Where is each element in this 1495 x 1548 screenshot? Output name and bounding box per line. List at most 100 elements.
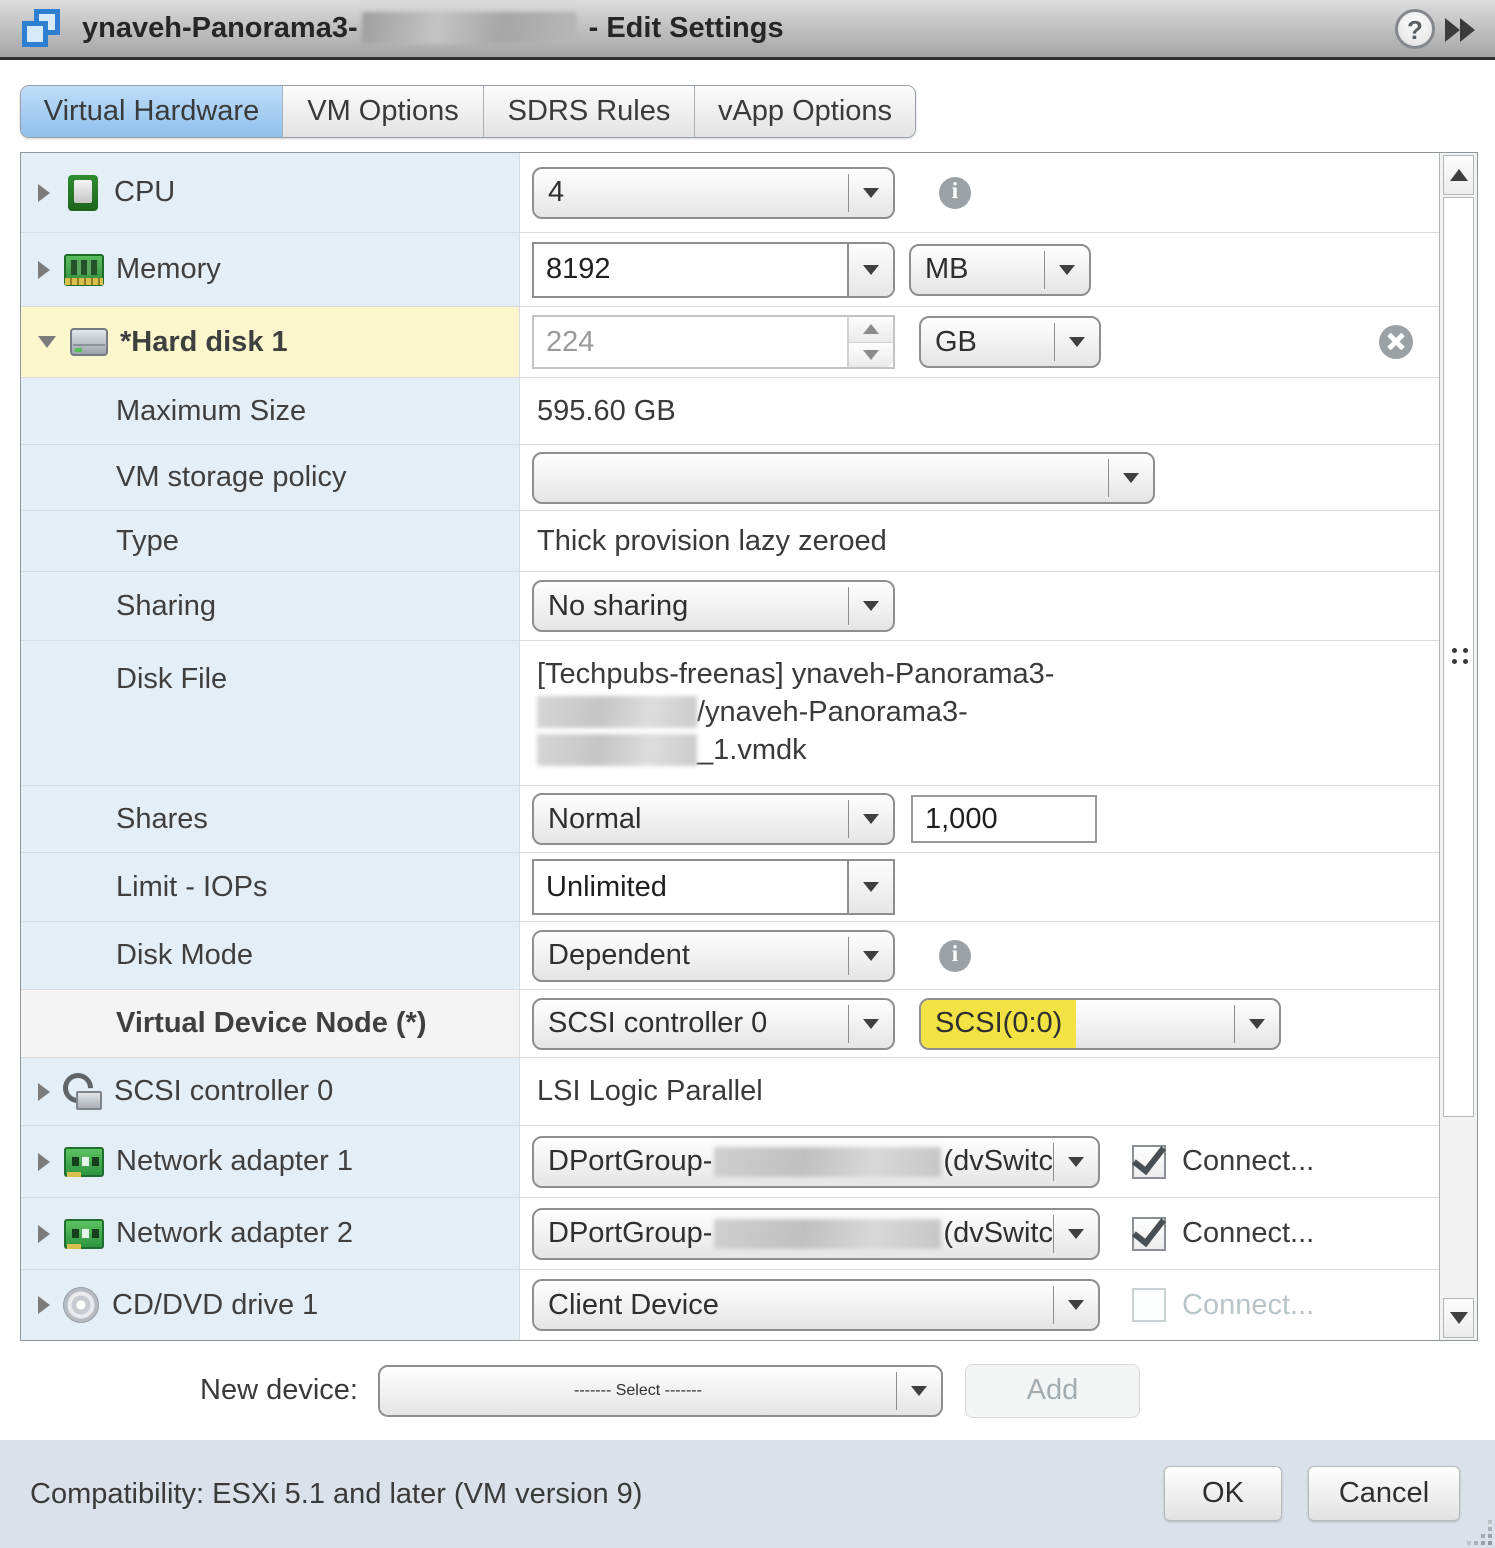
device-node-select[interactable]: SCSI(0:0) — [919, 997, 1281, 1050]
info-icon[interactable] — [939, 939, 971, 972]
help-icon[interactable] — [1395, 9, 1435, 49]
vm-storage-policy-select[interactable] — [532, 451, 1155, 504]
disk-mode-label: Disk Mode — [116, 939, 253, 971]
redacted-path — [537, 734, 697, 766]
scroll-down-icon[interactable] — [1443, 1298, 1474, 1338]
row-vm-storage-policy-value-cell — [520, 445, 1439, 510]
chevron-down-icon — [897, 1367, 941, 1415]
new-device-select[interactable]: ------- Select ------- — [377, 1364, 943, 1417]
cpu-select[interactable]: 4 — [532, 166, 895, 219]
hardware-rows: CPU 4 Memory — [21, 153, 1439, 1340]
info-icon[interactable] — [939, 176, 971, 209]
connect-checkbox-disabled[interactable] — [1132, 1288, 1166, 1322]
chevron-down-icon — [1054, 1210, 1098, 1258]
disk-unit-value: GB — [935, 325, 977, 358]
connect-checkbox[interactable] — [1132, 1216, 1166, 1251]
disk-mode-select[interactable]: Dependent — [532, 929, 895, 982]
redacted-portgroup — [714, 1218, 942, 1249]
chevron-down-icon[interactable] — [847, 243, 893, 296]
row-type-value-cell: Thick provision lazy zeroed — [520, 511, 1439, 571]
memory-unit-select[interactable]: MB — [909, 243, 1091, 296]
expand-arrow-icon[interactable] — [38, 1224, 50, 1243]
controller-value: SCSI controller 0 — [548, 1007, 768, 1039]
compatibility-text: Compatibility: ESXi 5.1 and later (VM ve… — [30, 1477, 643, 1510]
resize-grip-icon[interactable] — [1466, 1519, 1492, 1545]
row-network-adapter-1: Network adapter 1 DPortGroup- (dvSwitc Co… — [21, 1126, 1439, 1198]
row-scsi-controller: SCSI controller 0 LSI Logic Parallel — [21, 1058, 1439, 1126]
new-device-value: ------- Select ------- — [573, 1381, 702, 1399]
add-device-button[interactable]: Add — [964, 1363, 1140, 1418]
row-memory-value-cell: MB — [520, 233, 1439, 306]
scsi-controller-icon — [62, 1072, 104, 1112]
virtual-device-node-label: Virtual Device Node (*) — [116, 1007, 427, 1039]
collapse-arrow-icon[interactable] — [38, 336, 56, 348]
memory-label: Memory — [116, 253, 221, 285]
dialog-title: ynaveh-Panorama3- - Edit Settings — [82, 12, 784, 45]
cpu-label: CPU — [114, 176, 176, 208]
tab-virtual-hardware[interactable]: Virtual Hardware — [21, 86, 283, 137]
tab-sdrs-rules[interactable]: SDRS Rules — [484, 86, 695, 137]
row-vm-storage-policy-label-cell: VM storage policy — [21, 445, 520, 510]
network-adapter-icon — [64, 1146, 104, 1177]
row-maximum-size-value-cell: 595.60 GB — [520, 378, 1439, 444]
row-network-adapter-2-label-cell: Network adapter 2 — [21, 1198, 520, 1269]
disk-unit-select[interactable]: GB — [919, 316, 1101, 368]
dialog-title-suffix: - Edit Settings — [588, 12, 784, 44]
expand-arrow-icon[interactable] — [38, 183, 50, 202]
row-sharing: Sharing No sharing — [21, 572, 1439, 641]
network-adapter-1-select[interactable]: DPortGroup- (dvSwitc — [532, 1135, 1100, 1188]
row-hard-disk-label-cell: *Hard disk 1 — [21, 307, 520, 377]
scrollbar-thumb[interactable] — [1443, 197, 1474, 1117]
expand-arrow-icon[interactable] — [38, 1296, 50, 1314]
maximum-size-value: 595.60 GB — [537, 394, 676, 427]
chevron-down-icon — [849, 169, 893, 217]
limit-iops-input[interactable] — [534, 861, 847, 913]
row-hard-disk: *Hard disk 1 GB — [21, 307, 1439, 378]
row-disk-mode: Disk Mode Dependent — [21, 922, 1439, 990]
expand-arrow-icon[interactable] — [38, 1152, 50, 1171]
expand-arrow-icon[interactable] — [38, 260, 50, 279]
memory-input[interactable] — [534, 243, 847, 296]
vertical-scrollbar[interactable] — [1439, 153, 1477, 1340]
shares-select[interactable]: Normal — [532, 793, 895, 845]
shares-amount-input[interactable] — [913, 797, 1095, 841]
device-node-value-highlighted: SCSI(0:0) — [921, 999, 1077, 1048]
row-network-adapter-2: Network adapter 2 DPortGroup- (dvSwitc Co… — [21, 1198, 1439, 1270]
tab-vapp-options[interactable]: vApp Options — [695, 86, 915, 137]
scrollbar-grip-dots — [1452, 648, 1468, 664]
row-shares-value-cell: Normal — [520, 786, 1439, 852]
row-disk-mode-value-cell: Dependent — [520, 922, 1439, 989]
cd-dvd-select[interactable]: Client Device — [532, 1279, 1100, 1331]
connect-label: Connect... — [1182, 1288, 1315, 1321]
dialog-titlebar: ynaveh-Panorama3- - Edit Settings — [0, 0, 1495, 60]
ok-button[interactable]: OK — [1164, 1466, 1282, 1521]
vm-icon — [20, 7, 68, 51]
spinner-down-icon[interactable] — [849, 342, 893, 367]
controller-select[interactable]: SCSI controller 0 — [532, 997, 895, 1050]
tab-vm-options[interactable]: VM Options — [283, 86, 484, 137]
chevron-down-icon — [1109, 454, 1153, 502]
row-limit-iops-label-cell: Limit - IOPs — [21, 853, 520, 921]
expand-arrow-icon[interactable] — [38, 1082, 50, 1101]
sharing-select[interactable]: No sharing — [532, 580, 895, 632]
row-maximum-size-label-cell: Maximum Size — [21, 378, 520, 444]
chevron-down-icon[interactable] — [847, 861, 893, 913]
chevron-down-icon — [849, 1000, 893, 1048]
popout-double-arrow-icon[interactable] — [1445, 18, 1485, 44]
spinner-up-icon[interactable] — [849, 317, 893, 343]
limit-iops-label: Limit - IOPs — [116, 870, 268, 903]
settings-tabbar: Virtual Hardware VM Options SDRS Rules v… — [20, 85, 916, 138]
network-adapter-2-select[interactable]: DPortGroup- (dvSwitc — [532, 1207, 1100, 1260]
cancel-button[interactable]: Cancel — [1308, 1466, 1460, 1521]
row-shares: Shares Normal — [21, 786, 1439, 853]
chevron-down-icon — [849, 932, 893, 980]
vm-storage-policy-label: VM storage policy — [116, 461, 347, 493]
scroll-up-icon[interactable] — [1443, 155, 1474, 195]
redacted-vm-name — [361, 12, 577, 44]
disk-size-input[interactable] — [534, 317, 847, 367]
connect-checkbox[interactable] — [1132, 1144, 1166, 1179]
remove-device-icon[interactable] — [1379, 325, 1413, 359]
scsi-controller-label: SCSI controller 0 — [114, 1075, 334, 1107]
row-disk-mode-label-cell: Disk Mode — [21, 922, 520, 989]
cd-dvd-value: Client Device — [548, 1288, 719, 1321]
